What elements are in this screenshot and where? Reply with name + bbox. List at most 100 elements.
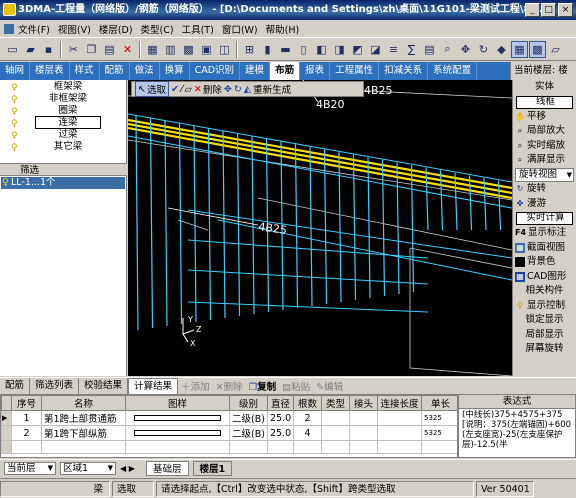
cell-shape[interactable] <box>125 410 230 426</box>
tree-item-frame-beam[interactable]: ♀ 框架梁 <box>0 81 126 93</box>
add-row-button[interactable]: ＋添加 <box>178 379 213 393</box>
tab-project-properties[interactable]: 工程属性 <box>330 62 380 80</box>
column-icon[interactable]: ▮ <box>259 41 276 58</box>
grid-icon[interactable]: ▩ <box>180 41 197 58</box>
regenerate-button[interactable]: 重新生成 <box>253 82 291 96</box>
tab-system-config[interactable]: 系统配置 <box>428 62 478 80</box>
pan-button[interactable]: ✋ 平移 <box>513 110 576 125</box>
select-tool-button[interactable]: ↖ 选取 <box>135 81 169 97</box>
nav-arrows[interactable]: ◀ ▶ <box>120 464 142 473</box>
rotate-view-dropdown[interactable]: 旋转视图 ▼ <box>515 167 574 182</box>
tab-cad-recognition[interactable]: CAD识别 <box>190 62 241 80</box>
eraser-tool-icon[interactable]: ▱ <box>185 84 192 95</box>
paste-row-button[interactable]: ▤粘贴 <box>279 379 313 393</box>
cell-name[interactable]: 第1跨上部贯通筋 <box>41 410 126 426</box>
open-folder-icon[interactable]: ▰ <box>22 41 39 58</box>
cell-shape[interactable] <box>125 425 230 441</box>
calc-icon[interactable]: ∑ <box>403 41 420 58</box>
show-annotation-button[interactable]: F4 显示标注 <box>513 226 576 241</box>
cell-type[interactable] <box>321 425 350 441</box>
rotate-tool-icon[interactable]: ↻ <box>234 84 242 95</box>
section-view-button[interactable]: ▦ 截面视图 <box>513 241 576 256</box>
rebar-icon[interactable]: ≡ <box>385 41 402 58</box>
cell-no[interactable]: 1 <box>11 410 42 426</box>
menu-tools[interactable]: 工具(T) <box>182 22 214 36</box>
pan-icon[interactable]: ✥ <box>457 41 474 58</box>
solid-view-button[interactable]: 实体 <box>513 80 576 95</box>
tree-item-nonframe-beam[interactable]: ♀ 非框架梁 <box>0 93 126 105</box>
minimize-button[interactable]: _ <box>525 3 540 17</box>
current-floor-dropdown[interactable]: 当前层 ▼ <box>4 462 56 475</box>
cut-icon[interactable]: ✂ <box>65 41 82 58</box>
layer-icon[interactable]: ▦ <box>144 41 161 58</box>
tab-modeling[interactable]: 建模 <box>240 62 271 80</box>
lock-display-button[interactable]: 锁定显示 <box>513 313 576 328</box>
eraser-icon[interactable]: ▱ <box>547 41 564 58</box>
move-icon[interactable]: ✥ <box>224 84 232 95</box>
tab-reinforcement[interactable]: 配筋 <box>100 62 130 80</box>
cell-unit-length[interactable]: 5325 <box>421 410 457 426</box>
tree-item-other-beam[interactable]: ♀ 其它梁 <box>0 141 126 153</box>
delete-icon[interactable]: ✕ <box>119 41 136 58</box>
table-row[interactable]: 2 第1跨下部纵筋 二级(B) 25.0 4 5325 <box>1 425 457 441</box>
close-button[interactable]: × <box>558 3 573 17</box>
rotate-icon[interactable]: ↻ <box>475 41 492 58</box>
cell-diameter[interactable]: 25.0 <box>267 425 294 441</box>
cell-name[interactable]: 第1跨下部纵筋 <box>41 425 126 441</box>
active-view-icon[interactable]: ▦ <box>511 40 528 58</box>
partial-display-button[interactable]: 局部显示 <box>513 328 576 343</box>
realtime-zoom-button[interactable]: ⌕ 实时缩放 <box>513 139 576 154</box>
save-icon[interactable]: ▪ <box>40 41 57 58</box>
wireframe-view-button[interactable]: 线框 <box>516 95 573 109</box>
wall-icon[interactable]: ▯ <box>295 41 312 58</box>
maximize-button[interactable]: □ <box>541 3 556 17</box>
cell-grade[interactable]: 二级(B) <box>229 425 268 441</box>
table-row[interactable]: ▶ 1 第1跨上部贯通筋 二级(B) 25.0 2 5325 <box>1 410 457 426</box>
formula-text[interactable]: (中线长)375+4575+375[说明：375(左端锚固)+600(左支座宽)… <box>459 409 575 451</box>
cell-connection-length[interactable] <box>377 410 422 426</box>
report-icon[interactable]: ▤ <box>421 41 438 58</box>
walkthrough-button[interactable]: ✤ 漫游 <box>513 197 576 212</box>
menu-help[interactable]: 帮助(H) <box>266 22 300 36</box>
tab-deduction[interactable]: 扣减关系 <box>379 62 429 80</box>
cell-connection-length[interactable] <box>377 425 422 441</box>
cell-count[interactable]: 2 <box>293 410 322 426</box>
cell-grade[interactable]: 二级(B) <box>229 410 268 426</box>
stair-icon[interactable]: ◩ <box>349 41 366 58</box>
delete-row-button[interactable]: ✕删除 <box>213 379 246 393</box>
cell-type[interactable] <box>321 410 350 426</box>
tab-calc-results[interactable]: 计算结果 <box>128 377 179 394</box>
rebar-view-icon[interactable]: ▩ <box>529 40 546 58</box>
tab-conversion[interactable]: 换算 <box>160 62 190 80</box>
cell-joint[interactable] <box>349 410 378 426</box>
tree-item-lintel[interactable]: ♀ 过梁 <box>0 129 126 141</box>
element-list-item[interactable]: ♀ LL-1...1个 <box>1 177 125 189</box>
chart-icon[interactable]: ◫ <box>216 41 233 58</box>
tab-reinforcement-list[interactable]: 配筋 <box>0 377 31 394</box>
cell-count[interactable]: 4 <box>293 425 322 441</box>
display-control-button[interactable]: ♀ 显示控制 <box>513 299 576 314</box>
cell-joint[interactable] <box>349 425 378 441</box>
background-color-button[interactable]: 背景色 <box>513 255 576 270</box>
rotate-button[interactable]: ↻ 旋转 <box>513 182 576 197</box>
realtime-calc-button[interactable]: 实时计算 <box>516 212 573 225</box>
menu-type[interactable]: 类型(C) <box>141 22 174 36</box>
tab-filter-list[interactable]: 筛选列表 <box>30 377 80 394</box>
floor-tab-floor1[interactable]: 楼层1 <box>192 461 233 476</box>
cad-graphics-button[interactable]: ▦ CAD图形 <box>513 270 576 285</box>
tree-item-coupling-beam[interactable]: ♀ 连梁 <box>0 116 126 129</box>
menu-file[interactable]: 文件(F) <box>18 22 50 36</box>
delete-element-button[interactable]: ✕ 删除 <box>194 82 222 97</box>
menu-window[interactable]: 窗口(W) <box>222 22 258 36</box>
floor-tab-foundation[interactable]: 基础层 <box>146 461 189 476</box>
table-icon[interactable]: ▥ <box>162 41 179 58</box>
tab-rebar-layout[interactable]: 布筋 <box>270 62 301 80</box>
paste-icon[interactable]: ▤ <box>101 41 118 58</box>
menu-view[interactable]: 视图(V) <box>58 22 91 36</box>
axis-grid-icon[interactable]: ⊞ <box>241 41 258 58</box>
cell-no[interactable]: 2 <box>11 425 42 441</box>
tab-floor-table[interactable]: 楼层表 <box>30 62 70 80</box>
confirm-button[interactable]: ✔ <box>171 84 179 95</box>
mirror-icon[interactable]: ◭ <box>244 84 251 95</box>
cell-unit-length[interactable]: 5325 <box>421 425 457 441</box>
